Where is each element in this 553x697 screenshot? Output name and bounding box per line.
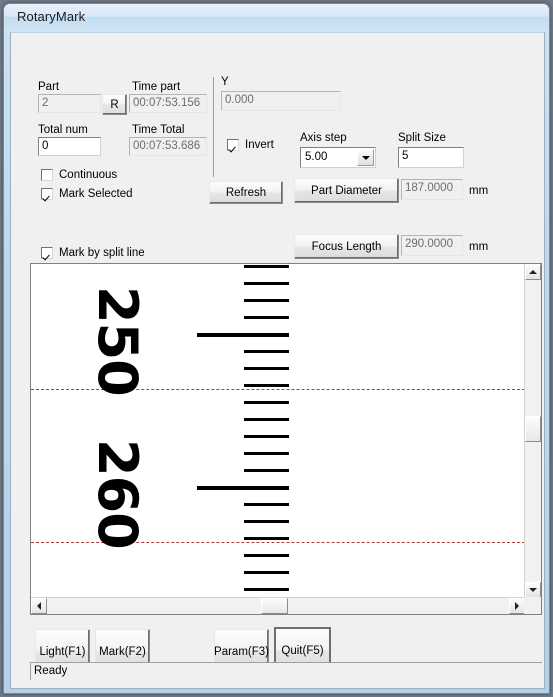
scroll-right-button[interactable] (509, 598, 525, 614)
invert-label: Invert (245, 139, 274, 151)
ruler-minor-tick (244, 282, 289, 285)
ruler-minor-tick (244, 299, 289, 302)
focus-length-value: 290.0000 (401, 235, 463, 256)
y-value: 0.000 (221, 91, 341, 111)
ruler-minor-tick (244, 588, 289, 591)
vertical-scroll-thumb[interactable] (525, 416, 541, 442)
ruler-major-tick (197, 486, 289, 490)
ruler-minor-tick (244, 316, 289, 319)
window-title: RotaryMark (17, 9, 86, 24)
part-diameter-value: 187.0000 (401, 179, 463, 200)
time-part-label: Time part (132, 81, 181, 93)
split-size-label: Split Size (398, 132, 446, 144)
ruler-minor-tick (244, 401, 289, 404)
focus-length-button[interactable]: Focus Length (294, 234, 399, 259)
ruler-minor-tick (244, 537, 289, 540)
group-separator (213, 77, 214, 177)
application-window: RotaryMark Part 2 R Total num 0 Continuo… (3, 3, 550, 694)
part-label: Part (38, 81, 60, 93)
ruler-minor-tick (244, 265, 289, 268)
total-num-label: Total num (38, 124, 88, 136)
mark-by-split-line-checkbox[interactable]: Mark by split line (41, 247, 145, 259)
axis-step-combo[interactable]: 5.00 (300, 147, 376, 168)
focus-length-unit: mm (469, 241, 489, 253)
ruler-minor-tick (244, 367, 289, 370)
continuous-label: Continuous (59, 169, 118, 181)
title-bar: RotaryMark (4, 4, 549, 32)
scroll-left-button[interactable] (31, 598, 47, 614)
scroll-down-button[interactable] (525, 582, 541, 598)
scroll-up-button[interactable] (525, 264, 541, 280)
invert-checkbox-box[interactable] (227, 139, 239, 151)
mark-selected-checkbox[interactable]: Mark Selected (41, 188, 133, 200)
ruler-minor-tick (244, 554, 289, 557)
ruler-minor-tick (244, 571, 289, 574)
continuous-checkbox-box[interactable] (41, 169, 53, 181)
client-area: Part 2 R Total num 0 Continuous Mark Sel… (10, 32, 545, 689)
ruler-number-label: 250 (86, 286, 149, 396)
mark-selected-checkbox-box[interactable] (41, 188, 53, 200)
time-total-label: Time Total (132, 124, 185, 136)
preview-horizontal-scrollbar[interactable] (31, 597, 525, 614)
mark-selected-label: Mark Selected (59, 188, 133, 200)
ruler-minor-tick (244, 503, 289, 506)
refresh-button[interactable]: Refresh (209, 181, 283, 204)
part-input[interactable]: 2 (38, 94, 101, 113)
y-label: Y (221, 76, 229, 88)
preview-vertical-scrollbar[interactable] (524, 264, 541, 598)
status-bar: Ready (30, 662, 542, 680)
ruler-minor-tick (244, 452, 289, 455)
ruler-minor-tick (244, 350, 289, 353)
mark-by-split-line-checkbox-box[interactable] (41, 247, 53, 259)
ruler-minor-tick (244, 435, 289, 438)
invert-checkbox[interactable]: Invert (227, 139, 274, 151)
scrollbar-corner (524, 597, 541, 614)
ruler-preview-canvas[interactable]: 250 260 (31, 264, 525, 598)
preview-panel: 250 260 (30, 263, 542, 615)
ruler-minor-tick (244, 520, 289, 523)
ruler-minor-tick (244, 384, 289, 387)
time-part-value: 00:07:53.156 (129, 94, 207, 113)
split-size-input[interactable]: 5 (398, 147, 464, 168)
mark-by-split-line-label: Mark by split line (59, 247, 145, 259)
part-diameter-button[interactable]: Part Diameter (294, 178, 399, 203)
ruler-major-tick (197, 333, 289, 337)
ruler-minor-tick (244, 418, 289, 421)
reset-part-button[interactable]: R (102, 94, 127, 115)
axis-step-label: Axis step (300, 132, 347, 144)
part-diameter-unit: mm (469, 185, 489, 197)
time-total-value: 00:07:53.686 (129, 137, 207, 156)
continuous-checkbox[interactable]: Continuous (41, 169, 117, 181)
chevron-down-icon[interactable] (357, 149, 374, 166)
horizontal-scroll-thumb[interactable] (261, 598, 288, 614)
ruler-minor-tick (244, 469, 289, 472)
axis-step-value: 5.00 (305, 151, 328, 163)
total-num-input[interactable]: 0 (38, 137, 101, 156)
ruler-number-label: 260 (86, 439, 149, 549)
